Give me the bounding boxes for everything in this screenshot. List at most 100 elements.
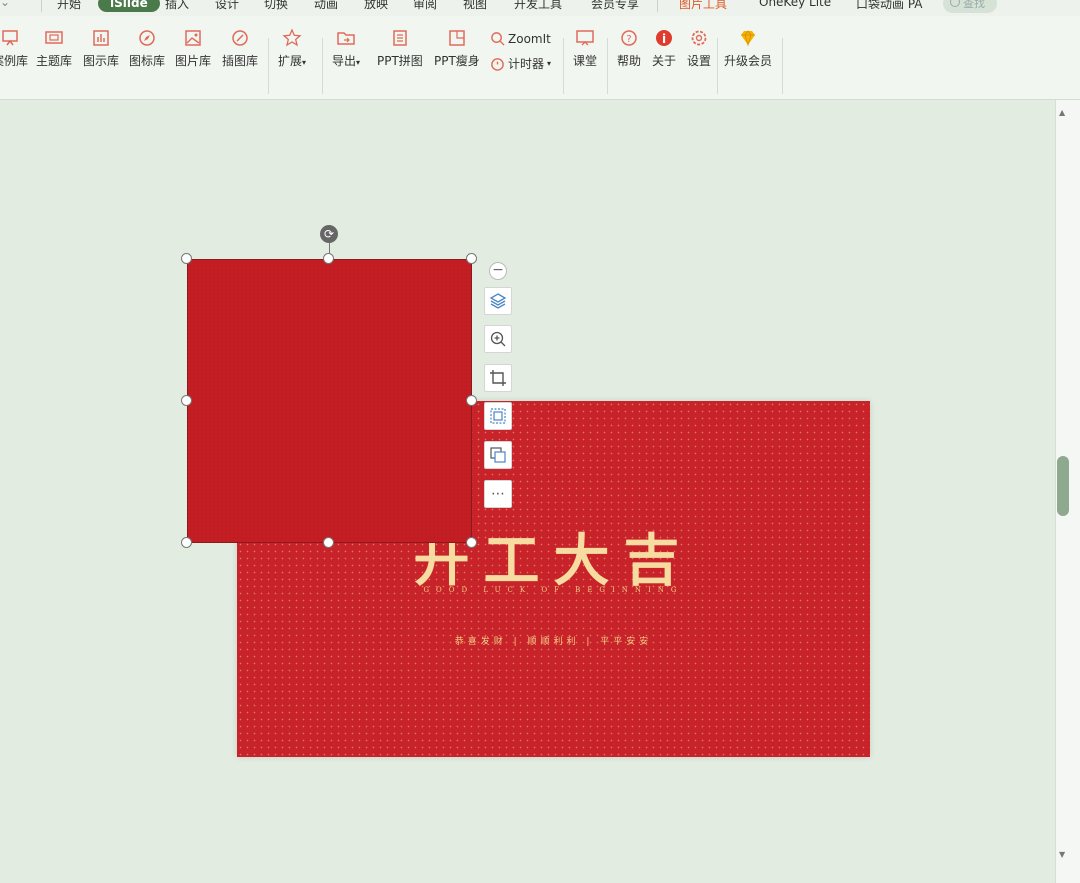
ppt-slim-button[interactable]: PPT瘦身 [434,28,480,69]
picture-frame-icon [490,408,506,424]
help-icon: ? [621,30,637,46]
resize-handle-right[interactable] [466,395,477,406]
zoomit-label: ZoomIt [508,31,551,46]
resize-handle-left[interactable] [181,395,192,406]
case-library-button[interactable]: 案例库 [0,28,28,69]
settings-button[interactable]: 设置 [687,28,711,69]
dropdown-arrow-icon: ▾ [356,58,361,67]
divider [268,38,269,94]
presentation-icon [2,30,18,46]
folder-export-icon [337,32,355,45]
collage-icon [393,30,407,46]
zoom-button[interactable] [484,325,512,353]
tab-view[interactable]: 视图 [463,0,487,12]
layers-icon [489,293,507,309]
tab-review[interactable]: 审阅 [413,0,437,12]
settings-label: 设置 [687,54,712,68]
info-icon: i [656,30,672,46]
export-label: 导出 [332,54,357,68]
upgrade-member-button[interactable]: 升级会员 [724,28,772,69]
zoomit-button[interactable]: ZoomIt [490,31,551,46]
resize-handle-top-right[interactable] [466,253,477,264]
svg-text:i: i [662,32,666,46]
search-placeholder: 查找 [963,0,985,10]
help-button[interactable]: ? 帮助 [617,28,641,69]
tab-insert[interactable]: 插入 [165,0,189,12]
scroll-down-icon[interactable]: ▼ [1059,850,1065,859]
slide-subtitle[interactable]: GOOD LUCK OF BEGINNING [237,586,870,594]
search-box[interactable]: 查找 [943,0,997,13]
resize-handle-bottom-right[interactable] [466,537,477,548]
crop-icon [490,370,506,386]
slide-wishes[interactable]: 恭喜发财 | 顺顺利利 | 平平安安 [237,634,870,647]
selected-picture[interactable] [187,259,472,543]
help-label: 帮助 [617,54,642,68]
scrollbar-thumb[interactable] [1057,456,1069,516]
gear-icon [691,30,707,46]
tab-transition[interactable]: 切换 [264,0,288,12]
theme-library-label: 主题库 [36,54,73,68]
picture-adjust-button[interactable] [484,402,512,430]
tab-animation[interactable]: 动画 [314,0,338,12]
dropdown-arrow-icon: ▾ [302,58,307,67]
divider [41,0,42,12]
tab-design[interactable]: 设计 [215,0,239,12]
illustration-library-button[interactable]: 插图库 [222,28,258,69]
timer-label: 计时器 [508,57,545,71]
scroll-up-icon[interactable]: ▲ [1059,108,1065,117]
pen-icon [232,30,248,46]
diamond-icon [741,30,755,47]
replace-image-icon [490,447,506,463]
tab-member[interactable]: 会员专享 [591,0,639,12]
tab-islide[interactable]: iSlide [98,0,160,12]
classroom-button[interactable]: 课堂 [573,28,597,69]
menu-bar: ⌄ 开始 iSlide 插入 设计 切换 动画 放映 审阅 视图 开发工具 会员… [0,0,1080,16]
case-library-label: 案例库 [0,54,29,68]
tab-pocket-animation[interactable]: 口袋动画 PA [856,0,923,12]
zoom-in-icon [490,331,506,347]
more-icon: ⋯ [491,486,505,502]
collapse-toolbar-icon[interactable]: − [489,262,507,280]
compass-icon [139,30,155,46]
crop-button[interactable] [484,364,512,392]
timer-button[interactable]: 计时器 ▾ [490,55,551,72]
extension-button[interactable]: 扩展▾ [278,28,306,69]
export-button[interactable]: 导出▾ [332,28,360,69]
dropdown-arrow-icon: ▾ [547,59,552,68]
tab-slideshow[interactable]: 放映 [364,0,388,12]
icon-library-button[interactable]: 图标库 [129,28,165,69]
divider [607,38,608,94]
zoom-icon [491,32,505,46]
replace-picture-button[interactable] [484,441,512,469]
star-icon [282,28,302,47]
rotate-handle-icon[interactable]: ⟳ [320,225,338,243]
tab-onekey[interactable]: OneKey Lite [759,0,831,9]
chevron-down-icon[interactable]: ⌄ [0,0,10,9]
resize-handle-top-left[interactable] [181,253,192,264]
resize-handle-bottom-left[interactable] [181,537,192,548]
classroom-label: 课堂 [573,54,598,68]
more-options-button[interactable]: ⋯ [484,480,512,508]
about-label: 关于 [652,54,677,68]
divider [322,38,323,94]
diagram-library-label: 图示库 [83,54,120,68]
compress-icon [449,30,465,46]
diagram-library-button[interactable]: 图示库 [83,28,119,69]
resize-handle-top[interactable] [323,253,334,264]
tab-home[interactable]: 开始 [57,0,81,12]
resize-handle-bottom[interactable] [323,537,334,548]
theme-library-button[interactable]: 主题库 [36,28,72,69]
ppt-slim-label: PPT瘦身 [434,54,480,68]
bar-chart-icon [93,30,109,46]
illustration-library-label: 插图库 [222,54,259,68]
ppt-collage-button[interactable]: PPT拼图 [377,28,423,69]
about-button[interactable]: i 关于 [652,28,676,69]
tab-developer[interactable]: 开发工具 [514,0,562,12]
layers-button[interactable] [484,287,512,315]
picture-library-button[interactable]: 图片库 [175,28,211,69]
tab-picture-tools[interactable]: 图片工具 [679,0,727,12]
divider [563,38,564,94]
picture-library-label: 图片库 [175,54,212,68]
divider [782,38,783,94]
vertical-scrollbar[interactable]: ▲ ▼ [1055,100,1080,883]
